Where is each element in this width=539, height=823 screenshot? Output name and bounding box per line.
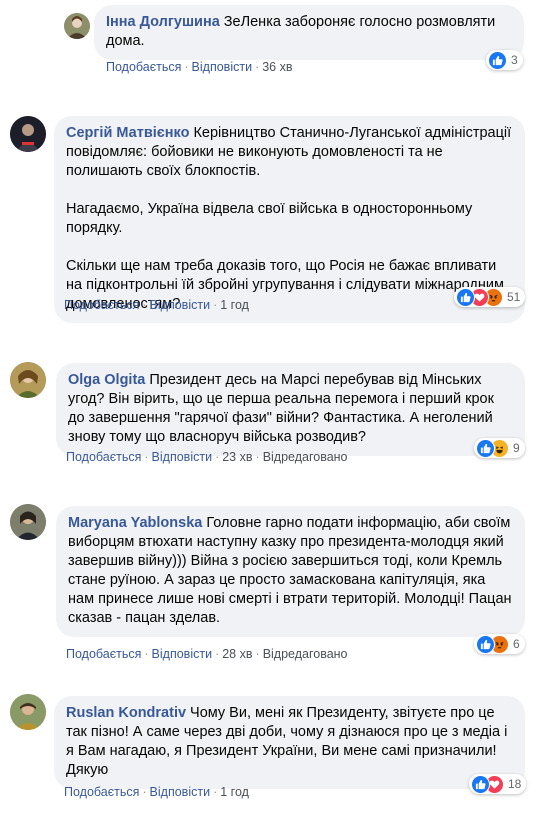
like-reaction-icon [488,50,507,70]
timestamp[interactable]: 1 год [220,298,249,312]
like-reaction-icon [476,634,495,654]
reply-link[interactable]: Відповісти [150,785,211,799]
avatar[interactable] [10,362,46,398]
reply-link[interactable]: Відповісти [192,60,253,74]
like-link[interactable]: Подобається [64,785,139,799]
comment-text: Нагадаємо, Україна відвела свої війська … [66,201,473,236]
comment-bubble: Інна Долгушина ЗеЛенка забороняє голосно … [94,5,524,60]
comment-actions: Подобається · Відповісти · 23 хв · Відредагова… [66,450,348,464]
comment-bubble: Maryana Yablonska Головне гарно подати ін… [56,506,525,637]
comment-actions: Подобається · Відповісти · 1 год [64,785,249,799]
comment-author[interactable]: Інна Долгушина [106,14,220,30]
timestamp[interactable]: 1 год [220,785,249,799]
comment-actions: Подобається · Відповісти · 1 год [64,298,249,312]
timestamp[interactable]: 36 хв [262,60,292,74]
avatar[interactable] [10,694,46,730]
comment-actions: Подобається · Відповісти · 28 хв · Відредагова… [66,647,348,661]
reactions-badge[interactable]: 51 [454,287,526,307]
reaction-count: 9 [513,441,520,455]
comment-text: Головне гарно подати інформацію, аби сво… [68,515,512,626]
reaction-count: 6 [513,637,520,651]
reply-link[interactable]: Відповісти [152,450,213,464]
like-link[interactable]: Подобається [64,298,139,312]
reaction-count: 51 [507,290,521,304]
comment-bubble: Olga Olgita Президент десь на Марсі переб… [56,363,525,456]
comment-author[interactable]: Olga Olgita [68,372,145,388]
comment-author[interactable]: Ruslan Kondrativ [66,705,186,721]
comment-author[interactable]: Сергій Матвієнко [66,125,189,141]
comment-author[interactable]: Maryana Yablonska [68,515,202,531]
like-reaction-icon [456,287,475,307]
edited-label[interactable]: Відредаговано [263,450,348,464]
edited-label[interactable]: Відредаговано [263,647,348,661]
like-link[interactable]: Подобається [66,647,141,661]
reaction-count: 3 [511,53,518,67]
timestamp[interactable]: 23 хв [222,450,252,464]
reply-link[interactable]: Відповісти [152,647,213,661]
reactions-badge[interactable]: 3 [486,50,523,70]
like-link[interactable]: Подобається [66,450,141,464]
avatar[interactable] [10,504,46,540]
reactions-badge[interactable]: 6 [474,634,525,654]
comment-bubble: Ruslan Kondrativ Чому Ви, мені як Президе… [54,696,525,789]
reactions-badge[interactable]: 18 [469,774,527,794]
reply-link[interactable]: Відповісти [150,298,211,312]
avatar[interactable] [10,116,46,152]
reaction-count: 18 [508,777,522,791]
reactions-badge[interactable]: 9 [474,438,525,458]
like-link[interactable]: Подобається [106,60,181,74]
comment-actions: Подобається · Відповісти · 36 хв [106,60,293,74]
like-reaction-icon [476,438,495,458]
timestamp[interactable]: 28 хв [222,647,252,661]
like-reaction-icon [471,774,490,794]
avatar[interactable] [64,13,90,39]
